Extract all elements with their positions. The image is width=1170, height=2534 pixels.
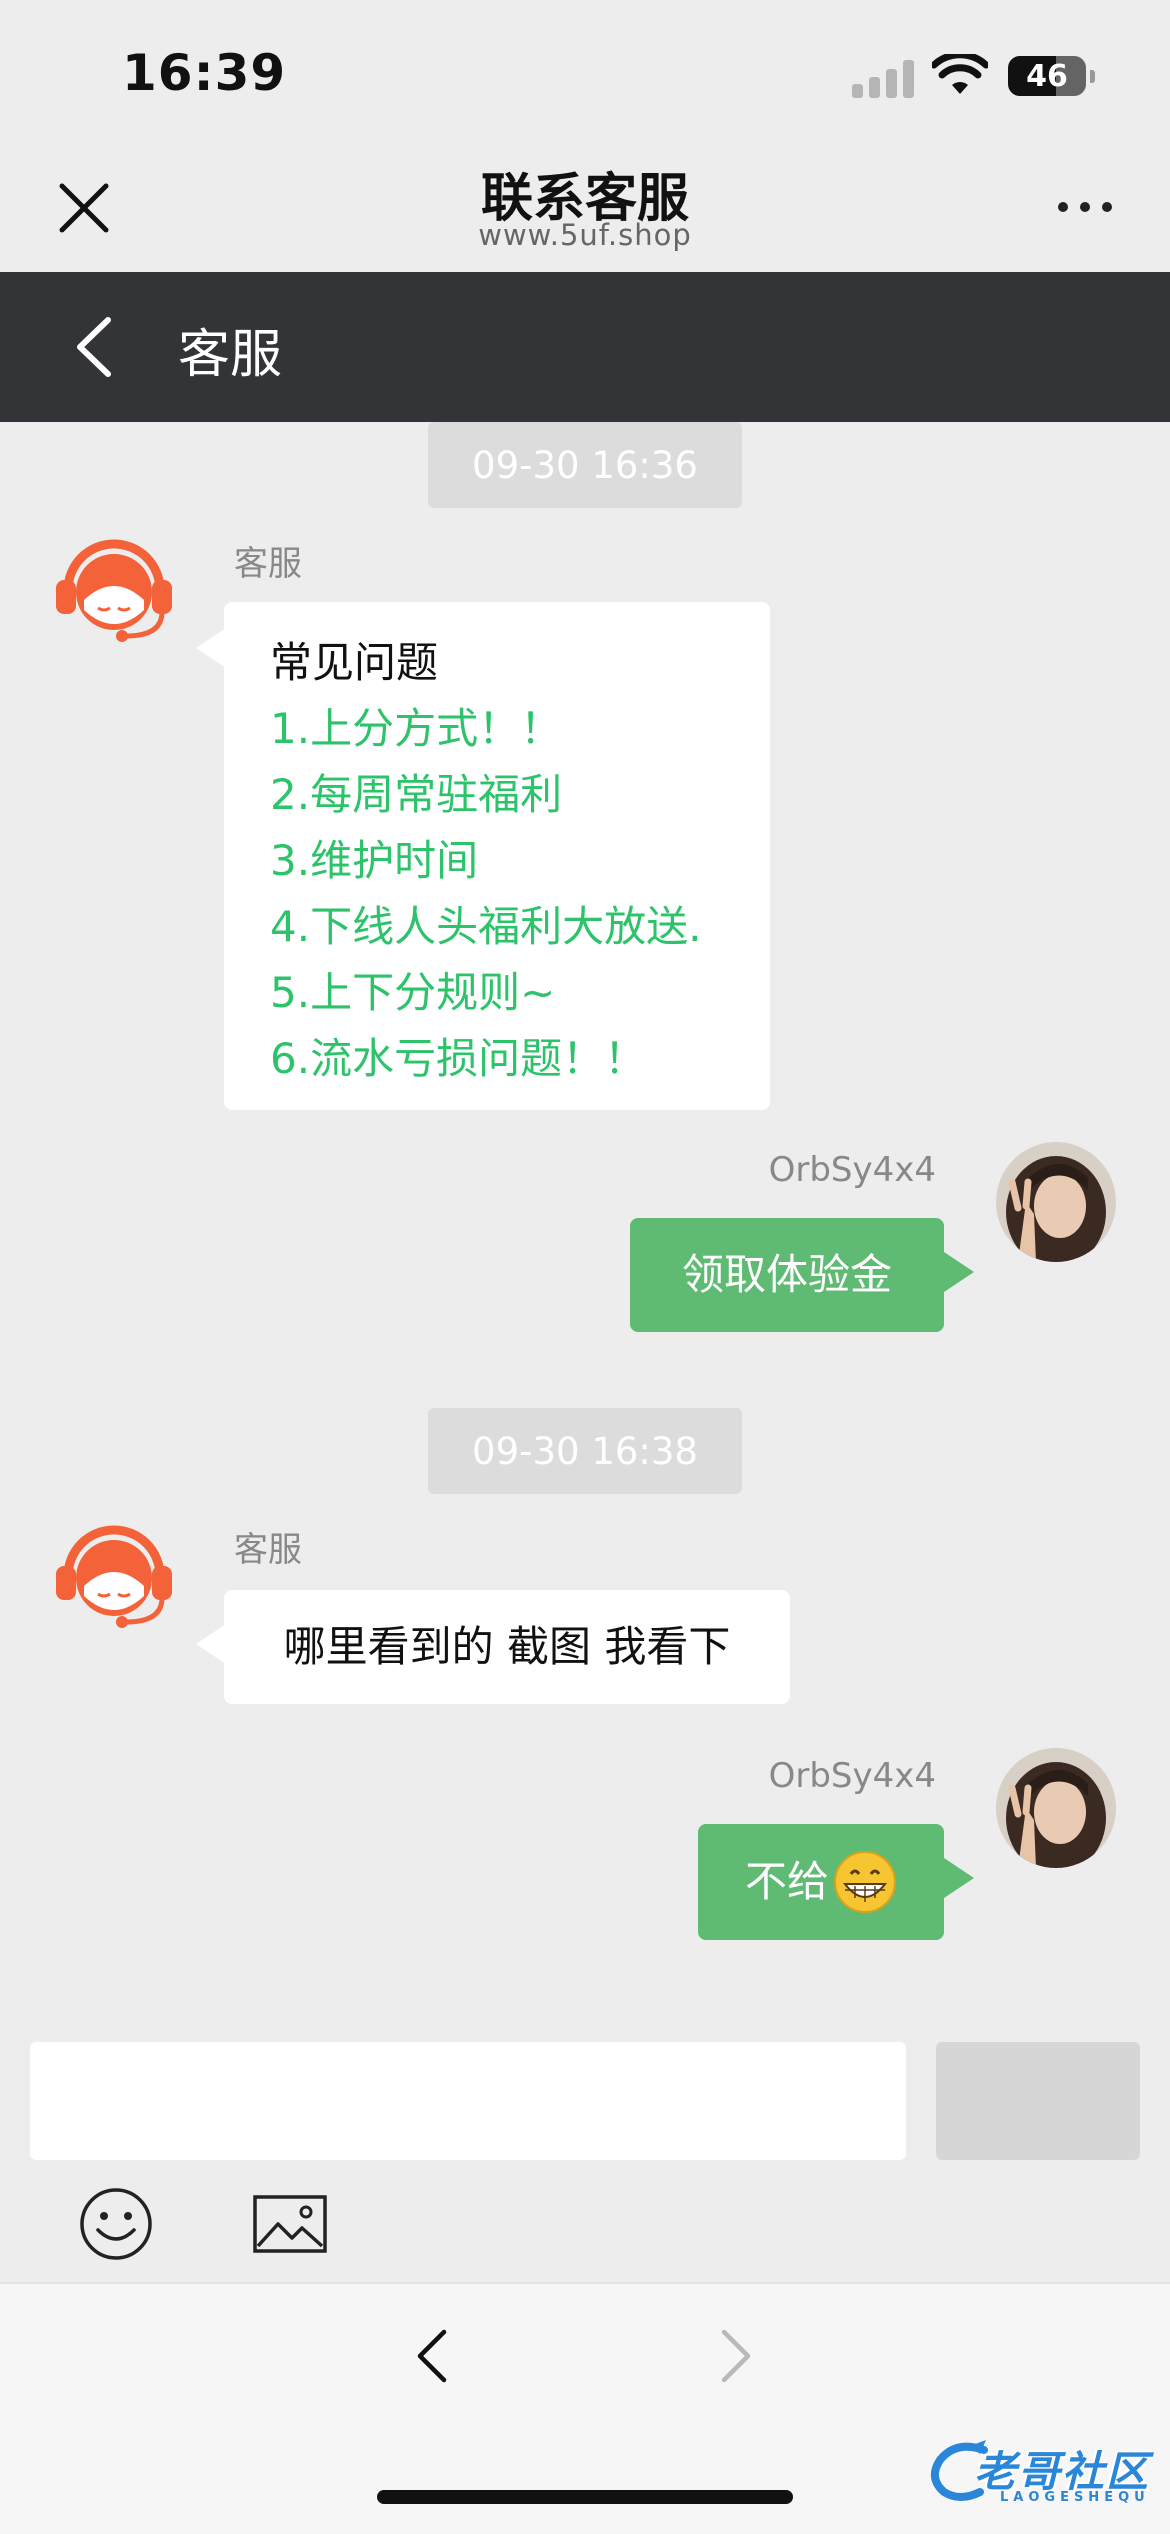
message-bubble: 不给 (698, 1824, 944, 1940)
message-text: 不给 (744, 1857, 829, 1906)
user-photo-icon (996, 1142, 1116, 1262)
page-url: www.5uf.shop (478, 218, 692, 252)
headset-agent-icon (56, 539, 172, 642)
browser-forward-icon[interactable] (716, 2326, 756, 2386)
faq-bubble: 常见问题 1.上分方式！！ 2.每周常驻福利 3.维护时间 4.下线人头福利大放… (224, 602, 770, 1110)
battery-nub (1090, 70, 1095, 83)
faq-item[interactable]: 5.上下分规则~ (270, 960, 770, 1026)
headset-agent-icon (56, 1525, 172, 1628)
avatar[interactable] (996, 1748, 1116, 1868)
send-button[interactable] (936, 2042, 1140, 2160)
sender-name: 客服 (234, 544, 302, 584)
user-photo-icon (996, 1748, 1116, 1868)
wifi-icon (932, 54, 988, 94)
watermark-subtext: LAOGESHEQU (1000, 2490, 1150, 2505)
faq-item[interactable]: 2.每周常驻福利 (270, 762, 770, 828)
smiley-icon[interactable] (78, 2186, 154, 2262)
status-time: 16:39 (122, 44, 287, 102)
timestamp: 09-30 16:36 (428, 422, 742, 508)
faq-item[interactable]: 1.上分方式！！ (270, 696, 770, 762)
sender-name: 客服 (234, 1530, 302, 1570)
bubble-tail (196, 628, 226, 668)
chat-header (0, 272, 1170, 422)
faq-item[interactable]: 3.维护时间 (270, 828, 770, 894)
browser-back-icon[interactable] (412, 2326, 452, 2386)
home-indicator[interactable] (377, 2490, 793, 2504)
message-bubble: 领取体验金 (630, 1218, 944, 1332)
watermark-logo: 老哥社区 LAOGESHEQU (926, 2432, 1162, 2512)
bubble-tail (944, 1858, 974, 1898)
sender-name: OrbSy4x4 (768, 1150, 936, 1190)
bubble-tail (196, 1624, 226, 1664)
more-icon[interactable] (1050, 190, 1120, 220)
image-icon[interactable] (252, 2194, 328, 2254)
message-bubble: 哪里看到的 截图 我看下 (224, 1590, 790, 1704)
cellular-signal-icon (852, 60, 916, 98)
battery-level: 46 (1026, 58, 1068, 94)
timestamp: 09-30 16:38 (428, 1408, 742, 1494)
chat-title: 客服 (178, 325, 283, 385)
faq-item[interactable]: 6.流水亏损问题！！ (270, 1026, 770, 1092)
bubble-tail (944, 1252, 974, 1292)
chevron-left-icon[interactable] (66, 312, 126, 382)
grin-emoji-icon (834, 1851, 896, 1913)
faq-heading: 常见问题 (270, 638, 439, 687)
battery-icon: 46 (1008, 56, 1086, 96)
sender-name: OrbSy4x4 (768, 1756, 936, 1796)
message-input[interactable] (30, 2042, 906, 2160)
faq-item[interactable]: 4.下线人头福利大放送. (270, 894, 770, 960)
avatar[interactable] (996, 1142, 1116, 1262)
